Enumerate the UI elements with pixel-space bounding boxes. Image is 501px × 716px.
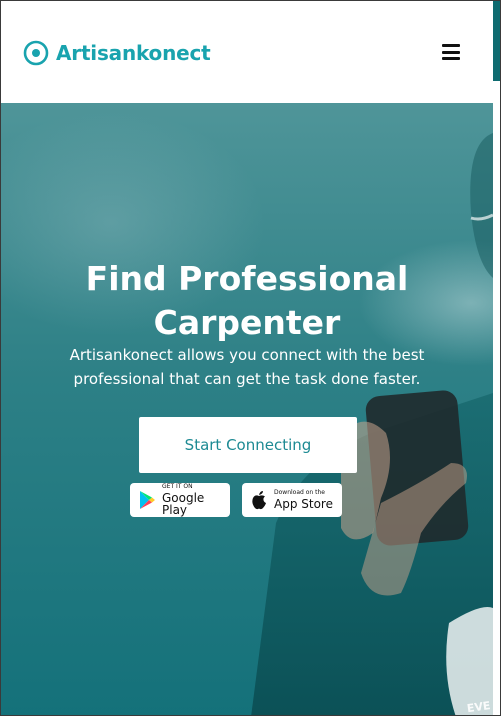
app-store-small-label: Download on the <box>274 489 325 496</box>
hero-subtitle: Artisankonect allows you connect with th… <box>69 346 425 388</box>
page: Artisankonect EVE Find Professional Carp… <box>0 0 501 716</box>
google-play-badge[interactable]: GET IT ON Google Play <box>130 483 230 517</box>
google-play-icon <box>140 491 155 509</box>
hero-background-photo: EVE <box>251 133 493 715</box>
app-store-badge[interactable]: Download on the App Store <box>242 483 342 517</box>
google-play-label: Google Play <box>162 491 205 517</box>
google-play-small-label: GET IT ON <box>162 483 193 490</box>
app-store-label: App Store <box>274 497 333 511</box>
start-connecting-button[interactable]: Start Connecting <box>139 417 357 473</box>
site-header: Artisankonect <box>1 1 493 103</box>
hero-title: Find Professional Carpenter <box>85 259 409 342</box>
brand-name: Artisankonect <box>56 41 211 65</box>
logo-target-icon <box>23 40 49 66</box>
brand-logo[interactable]: Artisankonect <box>23 39 211 67</box>
apple-icon <box>252 491 266 510</box>
edge-strip <box>492 1 500 81</box>
hamburger-menu-icon[interactable] <box>442 44 460 60</box>
hero-section: EVE Find Professional Carpenter Artisank… <box>1 103 493 715</box>
